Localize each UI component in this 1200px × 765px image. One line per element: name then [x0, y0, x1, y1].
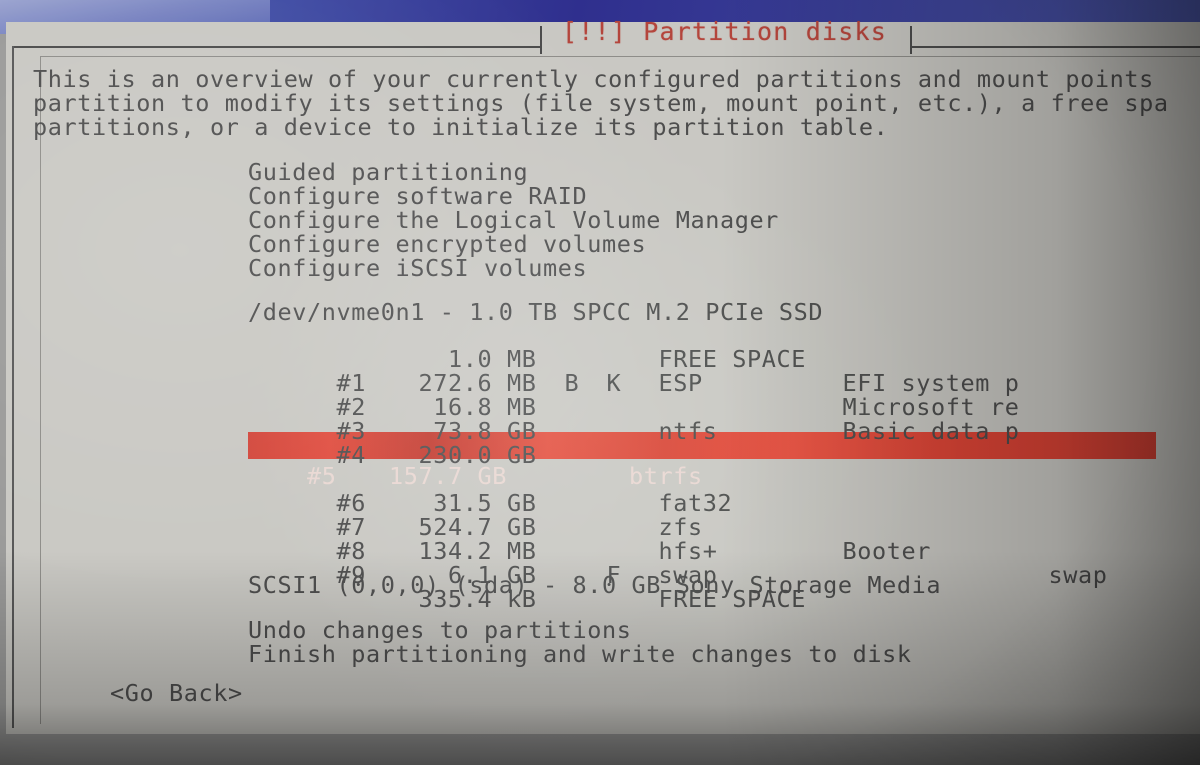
- menu-item-configure-lvm[interactable]: Configure the Logical Volume Manager: [248, 208, 779, 232]
- menu-item-configure-iscsi[interactable]: Configure iSCSI volumes: [248, 256, 587, 280]
- partition-filesystem: btrfs: [629, 462, 703, 490]
- action-undo-changes[interactable]: Undo changes to partitions: [248, 618, 631, 642]
- menu-item-configure-encrypted[interactable]: Configure encrypted volumes: [248, 232, 646, 256]
- device-header-nvme0n1[interactable]: /dev/nvme0n1 - 1.0 TB SPCC M.2 PCIe SSD: [248, 300, 823, 324]
- go-back-button[interactable]: <Go Back>: [110, 681, 243, 705]
- partition-number: #5: [307, 462, 337, 490]
- menu-item-configure-software-raid[interactable]: Configure software RAID: [248, 184, 587, 208]
- intro-line-1: This is an overview of your currently co…: [33, 65, 1154, 93]
- screen-photograph: [!!] Partition disks This is an overview…: [0, 0, 1200, 765]
- action-finish-partitioning[interactable]: Finish partitioning and write changes to…: [248, 642, 912, 666]
- selected-partition-row[interactable]: #5 157.7 GB btrfs: [248, 434, 1179, 518]
- intro-line-3: partitions, or a device to initialize it…: [33, 113, 889, 141]
- partition-size: 157.7 GB: [389, 462, 507, 490]
- intro-line-2: partition to modify its settings (file s…: [33, 89, 1169, 117]
- console-text-area: This is an overview of your currently co…: [0, 0, 1200, 765]
- device-header-sda[interactable]: SCSI1 (0,0,0) (sda) - 8.0 GB Sony Storag…: [248, 573, 941, 597]
- menu-item-guided-partitioning[interactable]: Guided partitioning: [248, 160, 528, 184]
